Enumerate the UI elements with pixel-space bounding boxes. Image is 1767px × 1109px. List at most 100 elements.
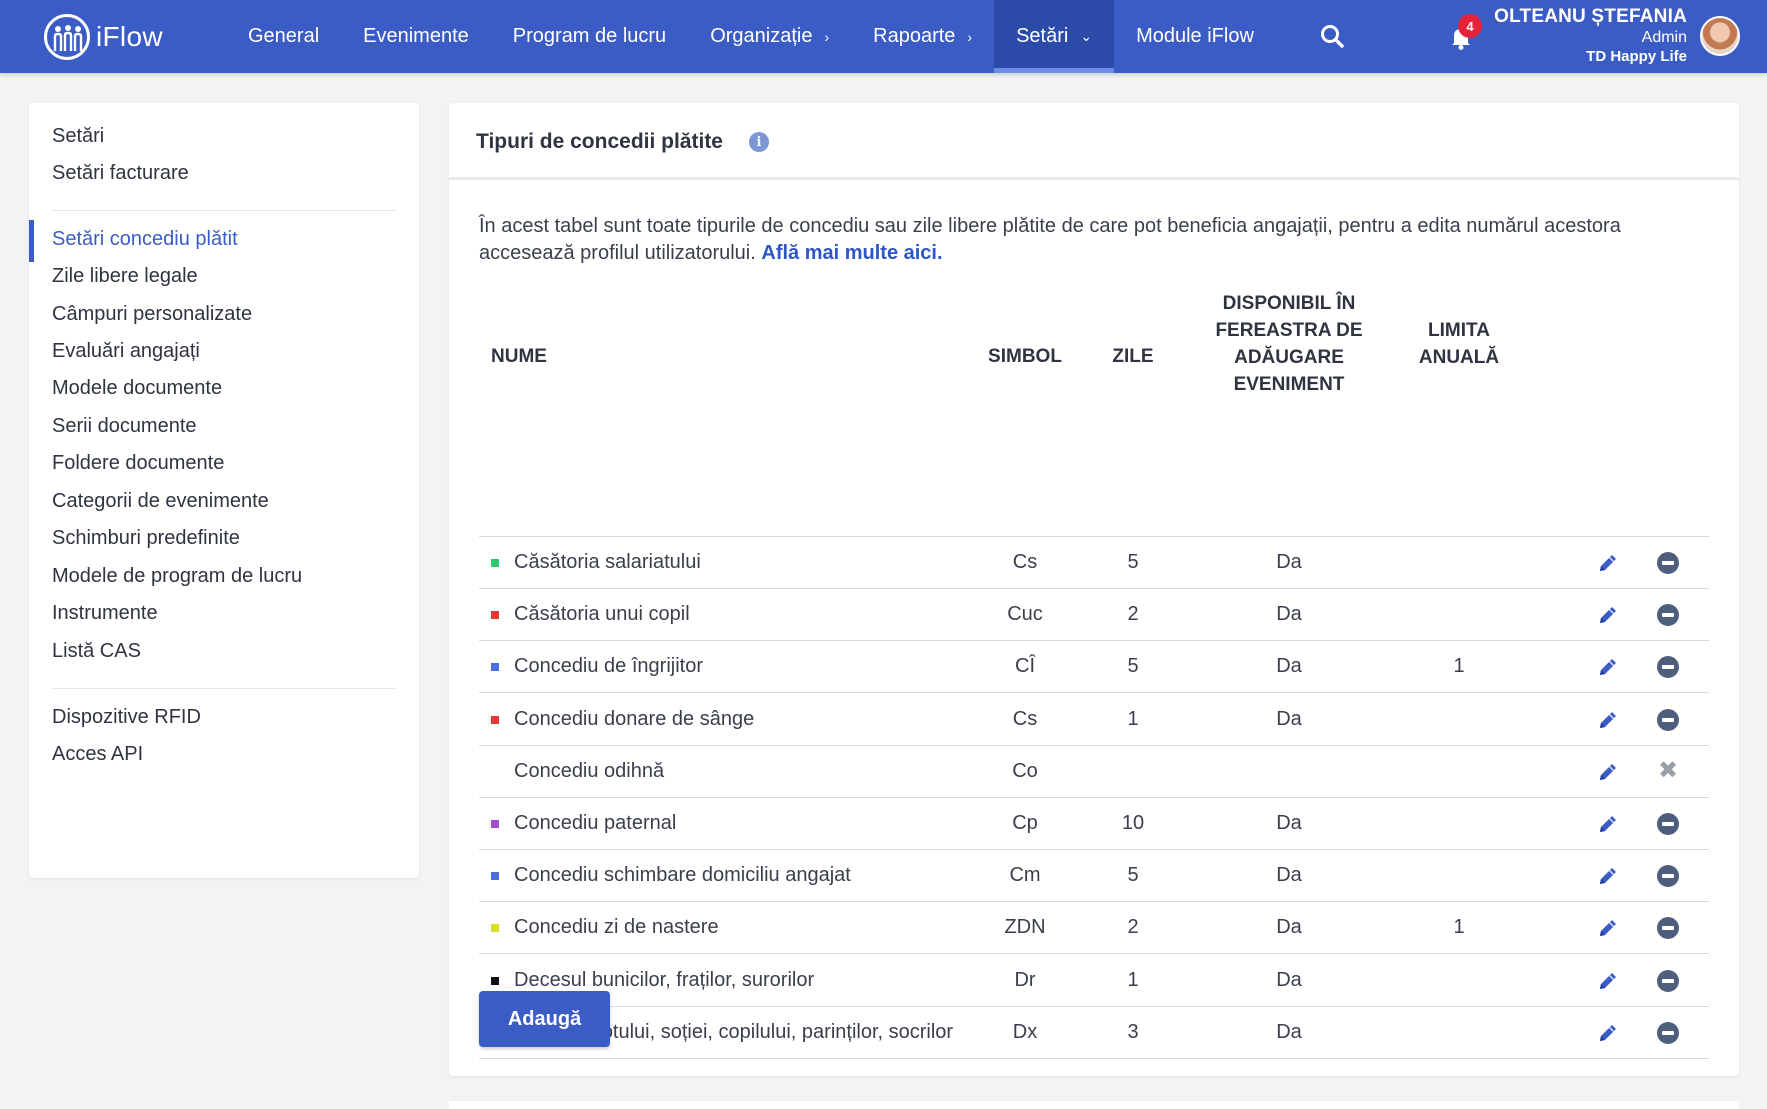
nav-item-rapoarte[interactable]: Rapoarte › bbox=[851, 0, 994, 73]
color-swatch bbox=[491, 924, 499, 933]
leave-name: Concediu odihnă bbox=[514, 759, 665, 782]
column-header-annual-limit[interactable]: LIMITA ANUALĂ bbox=[1399, 317, 1519, 371]
nav-item-setari[interactable]: Setări ⌄ bbox=[994, 0, 1115, 73]
main-nav: General Evenimente Program de lucru Organiz… bbox=[226, 0, 1276, 73]
nav-item-module-iflow[interactable]: Module iFlow bbox=[1114, 0, 1276, 73]
edit-pencil-icon[interactable] bbox=[1596, 551, 1620, 575]
close-x-icon[interactable]: ✖ bbox=[1657, 757, 1679, 784]
edit-pencil-icon[interactable] bbox=[1596, 655, 1620, 679]
app-name: iFlow bbox=[96, 21, 163, 52]
table-row: Concediu donare de sânge Cs 1 Da bbox=[479, 694, 1709, 746]
color-swatch bbox=[491, 872, 499, 881]
sidebar-item[interactable]: Evaluări angajați bbox=[52, 340, 200, 363]
leave-days: 5 bbox=[1127, 551, 1139, 573]
user-info[interactable]: OLTEANU ȘTEFANIA Admin TD Happy Life bbox=[1494, 6, 1687, 65]
user-role: Admin bbox=[1641, 29, 1687, 46]
iflow-logo-icon bbox=[44, 14, 90, 60]
nav-item-program-de-lucru[interactable]: Program de lucru bbox=[491, 0, 688, 73]
edit-pencil-icon[interactable] bbox=[1596, 812, 1620, 836]
sidebar-item[interactable]: Modele documente bbox=[52, 377, 222, 400]
sidebar-item[interactable]: Foldere documente bbox=[52, 452, 224, 475]
sidebar-item[interactable]: Acces API bbox=[52, 743, 143, 766]
table-row: Decesul bunicilor, fraților, surorilor Dr… bbox=[479, 955, 1709, 1007]
leave-days: 5 bbox=[1127, 864, 1139, 887]
settings-sidebar: Setări Setări facturare Setări concediu pl… bbox=[29, 103, 419, 878]
table-row: Decesul sotului, soției, copilului, pari… bbox=[479, 1007, 1709, 1059]
column-header-available[interactable]: DISPONIBIL ÎN FEREASTRA DE ADĂUGARE EVEN… bbox=[1179, 290, 1399, 398]
nav-item-organizatie[interactable]: Organizație › bbox=[688, 0, 851, 73]
table-row: Concediu de îngrijitor CÎ 5 Da 1 bbox=[479, 641, 1709, 694]
sidebar-item[interactable]: Serii documente bbox=[52, 415, 197, 438]
sidebar-divider bbox=[52, 210, 396, 211]
remove-minus-icon[interactable] bbox=[1657, 552, 1679, 574]
sidebar-item[interactable]: Câmpuri personalizate bbox=[52, 303, 252, 326]
leave-available: Da bbox=[1276, 1020, 1302, 1043]
sidebar-item[interactable]: Modele de program de lucru bbox=[52, 565, 302, 588]
leave-days: 2 bbox=[1127, 603, 1139, 626]
edit-pencil-icon[interactable] bbox=[1596, 864, 1620, 888]
sidebar-item[interactable]: Setări bbox=[52, 125, 104, 148]
color-swatch bbox=[491, 559, 499, 567]
sidebar-item[interactable]: Dispozitive RFID bbox=[52, 706, 201, 729]
top-navbar: iFlow General Evenimente Program de lucru O… bbox=[0, 0, 1767, 73]
edit-pencil-icon[interactable] bbox=[1596, 1021, 1620, 1045]
next-panel-edge bbox=[449, 1101, 1739, 1109]
remove-minus-icon[interactable] bbox=[1657, 969, 1679, 992]
color-swatch bbox=[491, 611, 499, 620]
app-logo[interactable]: iFlow bbox=[44, 14, 163, 60]
edit-pencil-icon[interactable] bbox=[1596, 708, 1620, 732]
leave-symbol: Cs bbox=[1012, 551, 1038, 573]
edit-pencil-icon[interactable] bbox=[1596, 916, 1620, 940]
edit-pencil-icon[interactable] bbox=[1596, 603, 1620, 627]
sidebar-item[interactable]: Listă CAS bbox=[52, 640, 141, 663]
column-header-name[interactable]: NUME bbox=[491, 343, 547, 370]
sidebar-item[interactable]: Categorii de evenimente bbox=[52, 490, 269, 513]
info-icon[interactable]: i bbox=[749, 132, 769, 152]
nav-item-label: Program de lucru bbox=[512, 25, 667, 47]
panel-header: Tipuri de concedii plătite i bbox=[449, 103, 1739, 180]
sidebar-item[interactable]: Setări concediu plătit bbox=[52, 228, 238, 251]
color-swatch bbox=[491, 663, 499, 672]
avatar[interactable] bbox=[1700, 16, 1740, 56]
remove-minus-icon[interactable] bbox=[1657, 604, 1679, 627]
color-swatch bbox=[491, 976, 499, 985]
column-header-available-line: FEREASTRA DE bbox=[1215, 320, 1363, 341]
chevron-right-icon: › bbox=[824, 28, 830, 45]
nav-item-label: General bbox=[248, 25, 320, 47]
remove-minus-icon[interactable] bbox=[1657, 865, 1679, 888]
leave-days: 10 bbox=[1121, 812, 1145, 834]
panel-description: În acest tabel sunt toate tipurile de co… bbox=[479, 213, 1719, 267]
leave-name: Concediu paternal bbox=[514, 812, 677, 834]
sidebar-item[interactable]: Setări facturare bbox=[52, 162, 189, 185]
column-header-days[interactable]: ZILE bbox=[1088, 343, 1178, 370]
column-header-symbol[interactable]: SIMBOL bbox=[969, 343, 1081, 370]
leave-available: Da bbox=[1276, 551, 1302, 573]
leave-days: 3 bbox=[1127, 1020, 1139, 1043]
sidebar-item[interactable]: Schimburi predefinite bbox=[52, 527, 240, 550]
leave-days: 5 bbox=[1127, 655, 1139, 678]
remove-minus-icon[interactable] bbox=[1657, 1021, 1679, 1044]
remove-minus-icon[interactable] bbox=[1657, 917, 1679, 940]
add-leave-type-button[interactable]: Adaugă bbox=[479, 991, 610, 1047]
nav-item-evenimente[interactable]: Evenimente bbox=[341, 0, 491, 73]
leave-days: 1 bbox=[1127, 707, 1139, 730]
leave-available: Da bbox=[1276, 812, 1302, 834]
learn-more-link[interactable]: Află mai multe aici. bbox=[761, 242, 942, 264]
remove-minus-icon[interactable] bbox=[1657, 656, 1679, 679]
column-header-available-line: EVENIMENT bbox=[1233, 374, 1345, 395]
table-row: Căsătoria salariatului Cs 5 Da bbox=[479, 537, 1709, 589]
edit-pencil-icon[interactable] bbox=[1596, 969, 1620, 993]
sidebar-item[interactable]: Instrumente bbox=[52, 602, 158, 625]
table-row: Căsătoria unui copil Cuc 2 Da bbox=[479, 589, 1709, 642]
color-swatch bbox=[491, 820, 499, 828]
sidebar-divider bbox=[52, 688, 396, 689]
remove-minus-icon[interactable] bbox=[1657, 813, 1679, 835]
search-icon[interactable] bbox=[1318, 22, 1348, 52]
column-header-limit-line: ANUALĂ bbox=[1418, 347, 1500, 368]
leave-symbol: Cuc bbox=[1007, 603, 1043, 626]
nav-item-general[interactable]: General bbox=[226, 0, 341, 73]
sidebar-item[interactable]: Zile libere legale bbox=[52, 265, 198, 288]
remove-minus-icon[interactable] bbox=[1657, 708, 1679, 731]
edit-pencil-icon[interactable] bbox=[1596, 760, 1620, 784]
leave-available: Da bbox=[1276, 655, 1302, 678]
